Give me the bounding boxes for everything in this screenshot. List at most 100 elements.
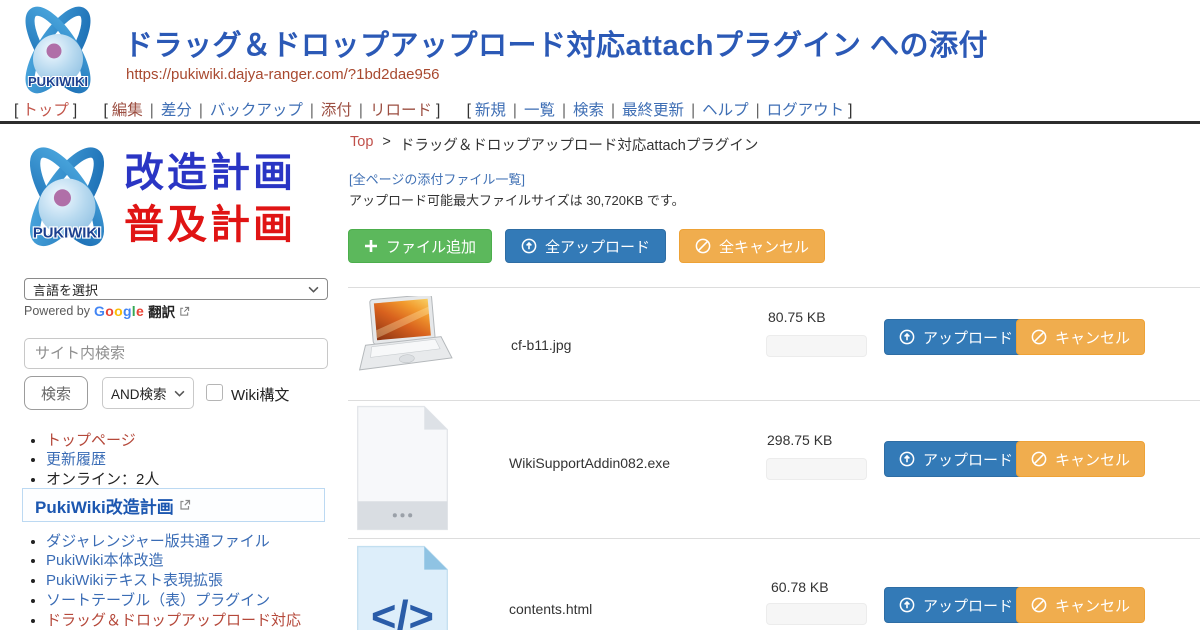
cancel-file-button[interactable]: キャンセル (1016, 319, 1145, 355)
bracket: [ (467, 102, 471, 119)
nav-link-attach[interactable]: 添付 (321, 102, 352, 119)
cancel-all-label: 全キャンセル (719, 236, 809, 257)
bracket: ] (436, 102, 440, 119)
upload-circle-icon (521, 238, 537, 254)
upload-circle-icon (899, 597, 915, 613)
nav-link-logout[interactable]: ログアウト (767, 102, 845, 119)
nav-link-list[interactable]: 一覧 (524, 102, 555, 119)
upload-circle-icon (899, 329, 915, 345)
chevron-down-icon (308, 286, 319, 293)
sidebar-link-common-files[interactable]: ダジャレンジャー版共通ファイル (46, 533, 270, 550)
logo-brand-text: PUKIWIKI (33, 226, 101, 242)
translate-label: 翻訳 (148, 301, 175, 321)
row-divider (348, 538, 1200, 539)
nav-group-page: [編集|差分|バックアップ|添付|リロード] (99, 102, 444, 119)
site-logo-text: 改造計画 普及計画 (124, 147, 296, 251)
google-translate-attribution: Powered by Google 翻訳 (24, 301, 190, 321)
sidebar-site-logo[interactable]: PUKIWIKI 改造計画 普及計画 (10, 138, 330, 260)
sidebar-link-dragdrop-attach[interactable]: ドラッグ＆ドロップアップロード対応attachプラグイン (46, 612, 301, 630)
list-item: PukiWiki本体改造 (46, 552, 326, 570)
breadcrumb-current: ドラッグ＆ドロップアップロード対応attachプラグイン (400, 134, 759, 155)
logo-line-fukyuu: 普及計画 (124, 199, 296, 251)
cancel-circle-icon (1031, 451, 1047, 467)
cancel-all-button[interactable]: 全キャンセル (679, 229, 825, 263)
all-attachments-link[interactable]: [全ページの添付ファイル一覧] (349, 169, 525, 188)
sidebar-link-recent-changes[interactable]: 更新履歴 (46, 451, 106, 468)
max-upload-size-text: アップロード可能最大ファイルサイズは 30,720KB です。 (349, 190, 685, 209)
add-files-button[interactable]: ファイル追加 (348, 229, 492, 263)
upload-all-button[interactable]: 全アップロード (505, 229, 666, 263)
nav-link-top[interactable]: トップ (22, 102, 69, 119)
language-select[interactable]: 言語を選択 (24, 278, 328, 300)
page-url-link[interactable]: https://pukiwiki.dajya-ranger.com/?1bd2d… (126, 66, 440, 83)
sidebar-link-core-mods[interactable]: PukiWiki本体改造 (46, 552, 164, 569)
separator: | (513, 102, 517, 119)
upload-file-button[interactable]: アップロード (884, 319, 1028, 355)
breadcrumb-top-link[interactable]: Top (350, 134, 373, 155)
pukiwiki-logo[interactable]: PUKIWIKI (8, 4, 108, 98)
cancel-file-button[interactable]: キャンセル (1016, 441, 1145, 477)
cancel-circle-icon (1031, 329, 1047, 345)
upload-file-button[interactable]: アップロード (884, 587, 1028, 623)
row-divider (348, 287, 1200, 288)
file-size: 80.75 KB (768, 309, 826, 325)
upload-label: アップロード (923, 595, 1013, 616)
list-item: トップページ (46, 432, 326, 450)
laptop-photo-thumbnail (352, 296, 454, 380)
nav-link-reload[interactable]: リロード (370, 102, 432, 119)
separator: | (611, 102, 615, 119)
sidebar-link-list-bottom: ダジャレンジャー版共通ファイル PukiWiki本体改造 PukiWikiテキス… (26, 531, 326, 630)
page-title: ドラッグ＆ドロップアップロード対応attachプラグイン への添付 (124, 22, 988, 64)
nav-link-diff[interactable]: 差分 (161, 102, 192, 119)
list-item: 更新履歴 (46, 451, 326, 469)
sidebar-link-text-ext[interactable]: PukiWikiテキスト表現拡張 (46, 572, 223, 589)
row-divider (348, 400, 1200, 401)
upload-circle-icon (899, 451, 915, 467)
cancel-label: キャンセル (1055, 595, 1130, 616)
search-mode-select[interactable]: AND検索 (102, 377, 194, 409)
add-files-label: ファイル追加 (386, 236, 476, 257)
svg-text:</>: </> (371, 593, 434, 630)
language-select-value: 言語を選択 (33, 280, 98, 299)
html-file-icon: </> (355, 544, 450, 630)
nav-link-recent[interactable]: 最終更新 (622, 102, 684, 119)
site-search-input[interactable] (24, 338, 328, 369)
top-navigation: [トップ] [編集|差分|バックアップ|添付|リロード] [新規|一覧|検索|最… (10, 98, 870, 120)
sidebar-link-sort-table[interactable]: ソートテーブル（表）プラグイン (46, 592, 270, 609)
sidebar-online-count: オンライン：2人 (46, 471, 159, 488)
nav-link-edit[interactable]: 編集 (112, 102, 143, 119)
powered-by-text: Powered by (24, 304, 90, 318)
progress-bar (766, 458, 867, 480)
cancel-label: キャンセル (1055, 327, 1130, 348)
logo-brand-text: PUKIWIKI (28, 74, 88, 89)
separator: | (150, 102, 154, 119)
nav-link-new[interactable]: 新規 (475, 102, 506, 119)
nav-group-site: [新規|一覧|検索|最終更新|ヘルプ|ログアウト] (463, 102, 857, 119)
atom-logo-icon: PUKIWIKI (8, 4, 108, 100)
external-link-icon (179, 306, 190, 317)
wiki-syntax-checkbox[interactable] (206, 384, 223, 401)
site-box-pukiwiki-kaizou[interactable]: PukiWiki改造計画 (22, 488, 325, 522)
upload-label: アップロード (923, 327, 1013, 348)
list-item: PukiWikiテキスト表現拡張 (46, 572, 326, 590)
atom-logo-icon: PUKIWIKI (10, 140, 124, 258)
nav-link-help[interactable]: ヘルプ (702, 102, 749, 119)
chevron-down-icon (174, 390, 185, 397)
list-item: ソートテーブル（表）プラグイン (46, 592, 326, 610)
cancel-file-button[interactable]: キャンセル (1016, 587, 1145, 623)
sidebar-link-toppage[interactable]: トップページ (46, 432, 136, 449)
nav-link-search[interactable]: 検索 (573, 102, 604, 119)
separator: | (310, 102, 314, 119)
nav-group-top: [トップ] (10, 102, 81, 119)
upload-label: アップロード (923, 449, 1013, 470)
google-logo: Google (94, 303, 144, 319)
upload-file-button[interactable]: アップロード (884, 441, 1028, 477)
file-size: 60.78 KB (771, 579, 829, 595)
breadcrumb: Top > ドラッグ＆ドロップアップロード対応attachプラグイン (350, 134, 758, 155)
plus-icon (364, 239, 378, 253)
search-mode-value: AND検索 (111, 383, 167, 403)
bracket: [ (103, 102, 107, 119)
search-button[interactable]: 検索 (24, 376, 88, 410)
nav-link-backup[interactable]: バックアップ (210, 102, 303, 119)
sidebar-link-list-top: トップページ 更新履歴 オンライン：2人 (26, 430, 326, 491)
